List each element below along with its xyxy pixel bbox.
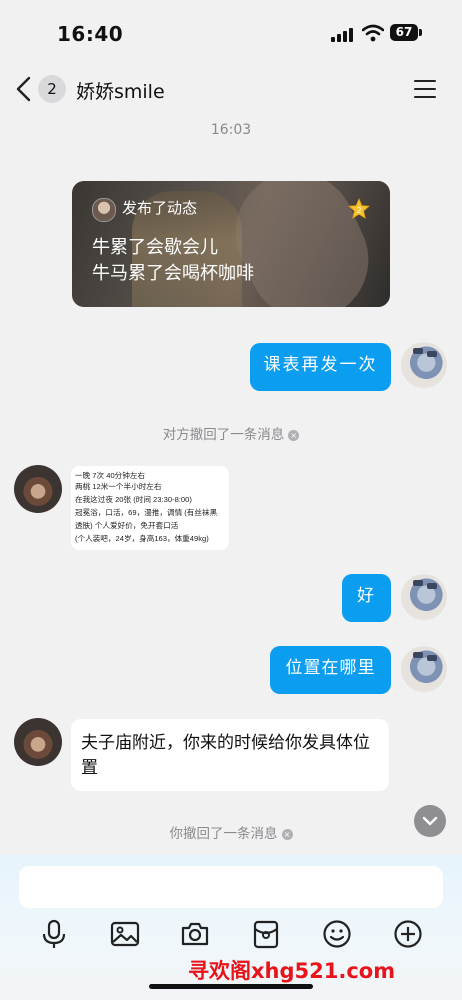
sent-message-bubble[interactable]: 位置在哪里 xyxy=(270,646,391,694)
scroll-to-bottom-button[interactable] xyxy=(414,805,446,837)
battery-tip xyxy=(419,29,422,36)
sent-message-bubble[interactable]: 好 xyxy=(342,574,391,622)
moment-share-card[interactable]: 发布了动态 2 牛累了会歇会儿 牛马累了会喝杯咖啡 xyxy=(72,181,390,307)
my-avatar[interactable] xyxy=(401,574,447,620)
contact-avatar[interactable] xyxy=(14,718,62,766)
moment-text-line-2: 牛马累了会喝杯咖啡 xyxy=(92,263,254,284)
status-time: 16:40 xyxy=(57,22,124,46)
moment-text-line-1: 牛累了会歇会儿 xyxy=(92,237,218,258)
plus-icon[interactable] xyxy=(393,919,423,949)
wifi-icon xyxy=(362,24,384,42)
menu-icon[interactable] xyxy=(414,78,438,100)
my-avatar[interactable] xyxy=(401,646,447,692)
emoji-icon[interactable] xyxy=(322,919,352,949)
moment-avatar xyxy=(92,198,116,222)
image-text-line: 在我这过夜 20张 (时间 23:30-8:00) xyxy=(75,495,192,504)
red-packet-icon[interactable] xyxy=(251,919,281,949)
sent-message-bubble[interactable]: 课表再发一次 xyxy=(250,343,391,391)
chevron-down-icon xyxy=(422,816,438,826)
received-message-bubble[interactable]: 夫子庙附近，你来的时候给你发具体位置 xyxy=(71,719,389,791)
image-text-line: 透肤) 个人爱好价，免开套口活 xyxy=(75,521,179,530)
contact-avatar[interactable] xyxy=(14,465,62,513)
image-text-line: 冠冕浴，口活，69，漫推，调情 (有丝袜黑 xyxy=(75,508,218,517)
recall-notice-self: 你撤回了一条消息 × xyxy=(0,822,462,842)
image-text-line: (个人装吧，24岁，身高163，体重49kg) xyxy=(75,534,209,543)
message-input[interactable] xyxy=(19,866,443,908)
my-avatar[interactable] xyxy=(401,342,447,388)
back-arrow-icon[interactable] xyxy=(14,76,34,102)
recall-notice-other-text: 对方撤回了一条消息 xyxy=(162,427,285,443)
chat-title: 娇娇smile xyxy=(76,81,165,103)
image-text-line: 一晚 7次 40分钟左右 xyxy=(75,471,146,480)
image-text-line: 两桃 12米一个半小时左右 xyxy=(75,482,162,491)
recall-notice-other: 对方撤回了一条消息 × xyxy=(0,423,462,443)
battery-icon: 67 xyxy=(390,24,418,41)
star-badge-icon: 2 xyxy=(348,198,370,219)
message-timestamp: 16:03 xyxy=(210,122,252,138)
home-indicator xyxy=(149,984,313,989)
svg-text:2: 2 xyxy=(356,206,361,215)
watermark: 寻欢阁xhg521.com xyxy=(188,959,396,983)
image-icon[interactable] xyxy=(110,919,140,949)
camera-icon[interactable] xyxy=(180,919,210,949)
microphone-icon[interactable] xyxy=(39,919,69,949)
recall-notice-self-text: 你撤回了一条消息 xyxy=(169,826,278,842)
cellular-signal-icon xyxy=(331,28,355,42)
image-message[interactable]: 一晚 7次 40分钟左右 两桃 12米一个半小时左右 在我这过夜 20张 (时间… xyxy=(71,466,229,550)
unread-count-badge[interactable]: 2 xyxy=(38,75,66,103)
close-icon: × xyxy=(281,828,293,840)
moment-label: 发布了动态 xyxy=(122,199,198,217)
close-icon: × xyxy=(288,429,300,441)
